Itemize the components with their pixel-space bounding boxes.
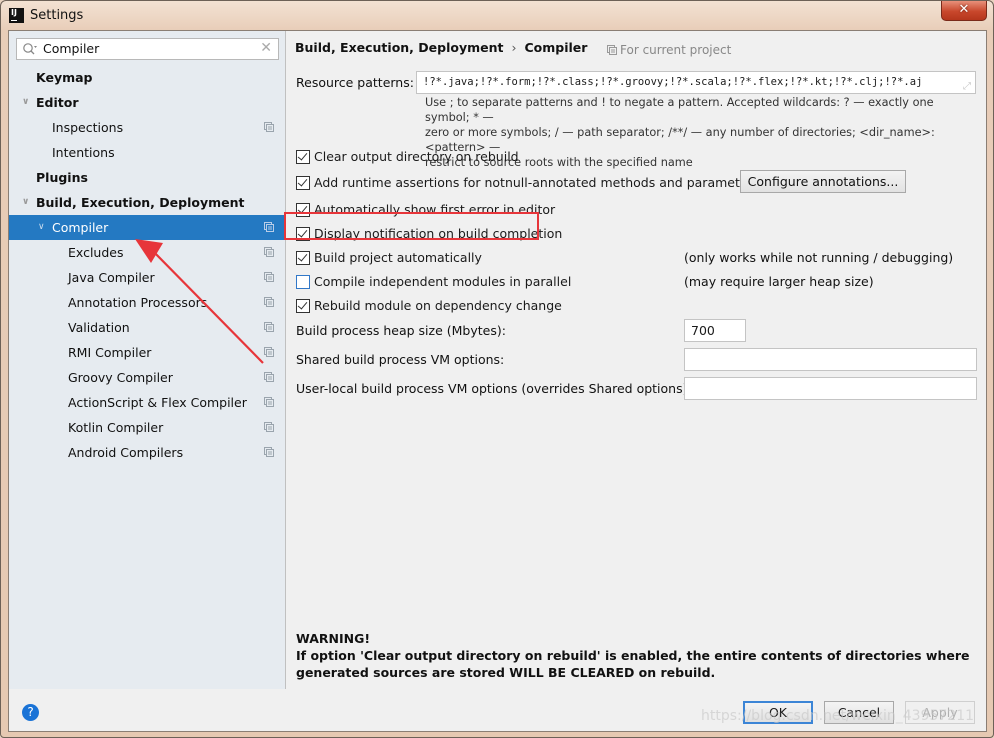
option-note: (only works while not running / debuggin… [684, 250, 954, 265]
configure-annotations-button[interactable]: Configure annotations... [740, 170, 906, 193]
sidebar-item-label: Build, Execution, Deployment [36, 195, 245, 210]
breadcrumb-separator: › [511, 40, 517, 55]
project-scope-icon [264, 422, 274, 432]
sidebar-item-label: Plugins [36, 170, 88, 185]
project-scope-icon [607, 45, 617, 55]
sidebar-item[interactable]: ∨ Build, Execution, Deployment [9, 190, 285, 215]
sidebar-item[interactable]: ActionScript & Flex Compiler [9, 390, 285, 415]
warning-text: If option 'Clear output directory on reb… [296, 648, 970, 680]
sidebar-item-label: ActionScript & Flex Compiler [68, 395, 247, 410]
sidebar-item[interactable]: Kotlin Compiler [9, 415, 285, 440]
project-scope-icon [264, 447, 274, 457]
settings-sidebar: Compiler ✕ Keymap ∨ Editor Inspections Inten… [9, 31, 286, 689]
sidebar-item[interactable]: Validation [9, 315, 285, 340]
project-scope-icon [264, 372, 274, 382]
search-icon [23, 43, 37, 55]
search-input[interactable]: Compiler [43, 41, 99, 56]
for-current-project-label: For current project [607, 43, 731, 57]
chevron-down-icon[interactable]: ∨ [22, 190, 29, 215]
shared-vm-options-input[interactable] [684, 348, 977, 371]
option-label[interactable]: Clear output directory on rebuild [314, 148, 519, 166]
checkbox-checked[interactable] [296, 150, 310, 164]
sidebar-item[interactable]: Plugins [9, 165, 285, 190]
hint-line: Use ; to separate patterns and ! to nega… [425, 96, 934, 124]
project-scope-icon [264, 297, 274, 307]
breadcrumb-current: Compiler [524, 40, 588, 55]
shared-vm-options-label: Shared build process VM options: [296, 352, 505, 367]
sidebar-item[interactable]: Excludes [9, 240, 285, 265]
resource-patterns-input[interactable]: !?*.java;!?*.form;!?*.class;!?*.groovy;!… [416, 71, 976, 94]
intellij-logo-icon: IJ [9, 8, 24, 23]
checkbox-checked[interactable] [296, 176, 310, 190]
sidebar-item-label: Android Compilers [68, 445, 184, 460]
sidebar-item-label: Keymap [36, 70, 93, 85]
project-scope-icon [264, 322, 274, 332]
window-title: Settings [30, 8, 84, 23]
sidebar-item[interactable]: RMI Compiler [9, 340, 285, 365]
sidebar-item-label: Kotlin Compiler [68, 420, 164, 435]
project-scope-icon [264, 222, 274, 232]
sidebar-item[interactable]: Annotation Processors [9, 290, 285, 315]
sidebar-item-label: Validation [68, 320, 130, 335]
settings-window: IJ Settings ✕ Compiler ✕ Keymap ∨ Editor In… [0, 0, 994, 738]
sidebar-item-label: Inspections [52, 120, 124, 135]
project-scope-icon [264, 247, 274, 257]
breadcrumb-parent[interactable]: Build, Execution, Deployment [295, 40, 503, 55]
sidebar-item-label: Intentions [52, 145, 115, 160]
warning-message: WARNING! If option 'Clear output directo… [296, 630, 976, 681]
checkbox-checked[interactable] [296, 299, 310, 313]
sidebar-item-label: Annotation Processors [68, 295, 208, 310]
sidebar-item-label: Java Compiler [68, 270, 155, 285]
project-scope-icon [264, 347, 274, 357]
chevron-down-icon[interactable]: ∨ [38, 215, 45, 240]
sidebar-item-label: Excludes [68, 245, 124, 260]
resource-patterns-value: !?*.java;!?*.form;!?*.class;!?*.groovy;!… [423, 76, 923, 88]
sidebar-item[interactable]: Groovy Compiler [9, 365, 285, 390]
sidebar-item-label: Editor [36, 95, 79, 110]
clear-search-icon[interactable]: ✕ [260, 40, 272, 56]
sidebar-item-label: Compiler [52, 220, 109, 235]
project-scope-icon [264, 122, 274, 132]
compiler-settings-panel: Build, Execution, Deployment › Compiler Fo… [287, 31, 986, 689]
sidebar-item-label: RMI Compiler [68, 345, 152, 360]
watermark-text: https://blog.csdn.net/weixin_43957211 [701, 708, 975, 724]
option-label[interactable]: Build project automatically [314, 249, 482, 267]
option-note: (may require larger heap size) [684, 274, 874, 289]
chevron-down-icon[interactable]: ∨ [22, 90, 29, 115]
user-vm-options-label: User-local build process VM options (ove… [296, 381, 692, 396]
sidebar-item[interactable]: Android Compilers [9, 440, 285, 465]
heap-size-input[interactable]: 700 [684, 319, 746, 342]
close-window-button[interactable]: ✕ [941, 1, 987, 21]
sidebar-item[interactable]: Java Compiler [9, 265, 285, 290]
for-current-project-text: For current project [620, 43, 732, 57]
title-bar[interactable]: IJ Settings ✕ [1, 1, 993, 31]
project-scope-icon [264, 272, 274, 282]
sidebar-item[interactable]: Intentions [9, 140, 285, 165]
checkbox-unchecked[interactable] [296, 275, 310, 289]
resource-patterns-label: Resource patterns: [296, 75, 414, 90]
settings-search-field[interactable]: Compiler ✕ [16, 38, 279, 60]
user-vm-options-input[interactable] [684, 377, 977, 400]
sidebar-item-label: Groovy Compiler [68, 370, 173, 385]
option-label[interactable]: Add runtime assertions for notnull-annot… [314, 174, 759, 192]
warning-title: WARNING! [296, 631, 371, 646]
option-label[interactable]: Compile independent modules in parallel [314, 273, 571, 291]
checkbox-checked[interactable] [296, 251, 310, 265]
project-scope-icon [264, 397, 274, 407]
sidebar-item[interactable]: Keymap [9, 65, 285, 90]
heap-size-label: Build process heap size (Mbytes): [296, 323, 506, 338]
breadcrumb: Build, Execution, Deployment › Compiler [295, 40, 587, 55]
help-button[interactable]: ? [22, 704, 39, 721]
sidebar-item[interactable]: ∨ Compiler [9, 215, 285, 240]
sidebar-item[interactable]: ∨ Editor [9, 90, 285, 115]
sidebar-item[interactable]: Inspections [9, 115, 285, 140]
expand-field-icon[interactable]: ⤢ [963, 76, 971, 93]
dialog-client: Compiler ✕ Keymap ∨ Editor Inspections Inten… [8, 30, 987, 732]
option-label[interactable]: Rebuild module on dependency change [314, 297, 562, 315]
build-automatically-highlight-box [284, 212, 539, 240]
